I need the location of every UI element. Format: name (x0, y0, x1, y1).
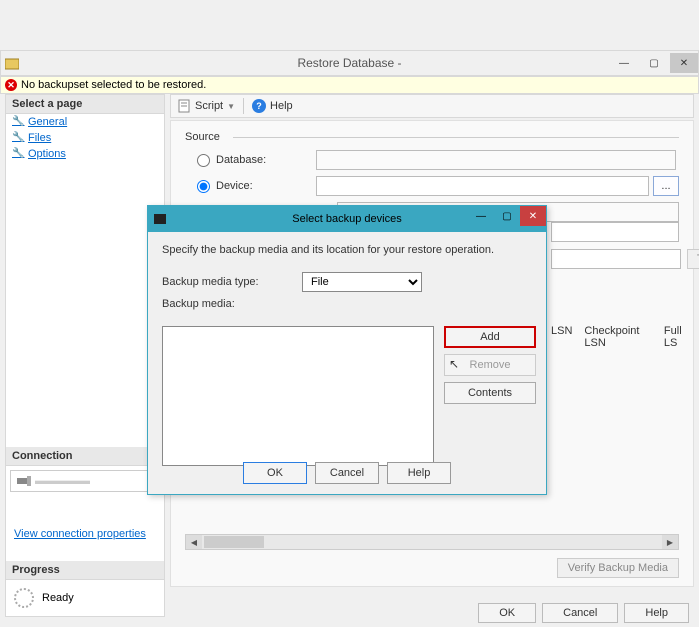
nav-options-label: Options (28, 148, 66, 160)
minimize-button[interactable]: — (610, 53, 638, 73)
col-full: Full LS (664, 325, 693, 349)
timeline-button[interactable]: Timeline... (687, 249, 699, 269)
small-input[interactable] (551, 249, 681, 269)
database-radio-label: Database: (216, 154, 316, 166)
scroll-right-arrow[interactable]: ▶ (662, 535, 678, 549)
add-button[interactable]: Add (444, 326, 536, 348)
media-label: Backup media: (162, 298, 302, 310)
nav-general[interactable]: 🔧 General (6, 114, 164, 130)
connection-header: Connection (6, 447, 164, 466)
app-icon (5, 57, 19, 71)
server-icon (17, 476, 31, 486)
dialog-icon (154, 214, 166, 224)
dialog-maximize[interactable]: ▢ (494, 206, 520, 226)
database-radio[interactable] (197, 154, 210, 167)
col-checkpoint: Checkpoint LSN (584, 325, 652, 349)
backup-media-list[interactable] (162, 326, 434, 466)
nav-files[interactable]: 🔧 Files (6, 130, 164, 146)
spinner-icon (14, 588, 34, 608)
dialog-minimize[interactable]: — (468, 206, 494, 226)
source-section-label: Source (185, 131, 679, 143)
wrench-icon: 🔧 (12, 148, 24, 160)
select-page-header: Select a page (6, 95, 164, 114)
warning-bar: ✕ No backupset selected to be restored. (0, 76, 699, 94)
horizontal-scrollbar[interactable]: ◀ ▶ (185, 534, 679, 550)
warning-text: No backupset selected to be restored. (21, 79, 206, 91)
maximize-button[interactable]: ▢ (640, 53, 668, 73)
separator (243, 98, 244, 114)
dialog-instruction: Specify the backup media and its locatio… (162, 244, 532, 256)
dialog-title: Select backup devices (292, 213, 401, 225)
view-connection-link[interactable]: View connection properties (6, 496, 164, 548)
nav-options[interactable]: 🔧 Options (6, 146, 164, 162)
script-dropdown[interactable]: ▼ (227, 102, 235, 111)
error-icon: ✕ (5, 79, 17, 91)
main-ok-button[interactable]: OK (478, 603, 536, 623)
device-textbox[interactable] (316, 176, 649, 196)
media-type-label: Backup media type: (162, 276, 302, 288)
dialog-close[interactable]: ✕ (520, 206, 546, 226)
verify-backup-button[interactable]: Verify Backup Media (557, 558, 679, 578)
select-backup-dialog: Select backup devices — ▢ ✕ Specify the … (147, 205, 547, 495)
remove-button: ↖ Remove (444, 354, 536, 376)
script-button[interactable]: Script (195, 100, 223, 112)
cursor-icon: ↖ (449, 357, 459, 371)
device-radio[interactable] (197, 180, 210, 193)
dialog-ok-button[interactable]: OK (243, 462, 307, 484)
toolbar: Script ▼ ? Help (170, 94, 694, 118)
wrench-icon: 🔧 (12, 132, 24, 144)
nav-general-label: General (28, 116, 67, 128)
help-button[interactable]: Help (270, 100, 293, 112)
device-radio-label: Device: (216, 180, 316, 192)
column-headers: LSN Checkpoint LSN Full LS (551, 325, 693, 349)
left-panel: Select a page 🔧 General 🔧 Files 🔧 Option… (5, 94, 165, 617)
combo-2[interactable] (551, 222, 679, 242)
browse-button[interactable]: ... (653, 176, 679, 196)
script-icon (177, 99, 191, 113)
contents-button[interactable]: Contents (444, 382, 536, 404)
main-help-button[interactable]: Help (624, 603, 689, 623)
scroll-thumb[interactable] (204, 536, 264, 548)
close-button[interactable]: ✕ (670, 53, 698, 73)
wrench-icon: 🔧 (12, 116, 24, 128)
dialog-cancel-button[interactable]: Cancel (315, 462, 379, 484)
main-cancel-button[interactable]: Cancel (542, 603, 618, 623)
main-window-title: Restore Database - (297, 56, 401, 70)
dialog-titlebar: Select backup devices — ▢ ✕ (148, 206, 546, 232)
media-type-select[interactable]: File (302, 272, 422, 292)
scroll-left-arrow[interactable]: ◀ (186, 535, 202, 549)
nav-files-label: Files (28, 132, 51, 144)
progress-status: Ready (42, 592, 74, 604)
database-combo[interactable] (316, 150, 676, 170)
connection-info: ▬▬▬▬▬ (10, 470, 160, 492)
progress-header: Progress (6, 561, 164, 580)
bottom-buttons: OK Cancel Help (478, 603, 689, 623)
dialog-help-button[interactable]: Help (387, 462, 451, 484)
main-window-titlebar: Restore Database - — ▢ ✕ (0, 50, 699, 76)
col-lsn: LSN (551, 325, 572, 349)
help-icon: ? (252, 99, 266, 113)
